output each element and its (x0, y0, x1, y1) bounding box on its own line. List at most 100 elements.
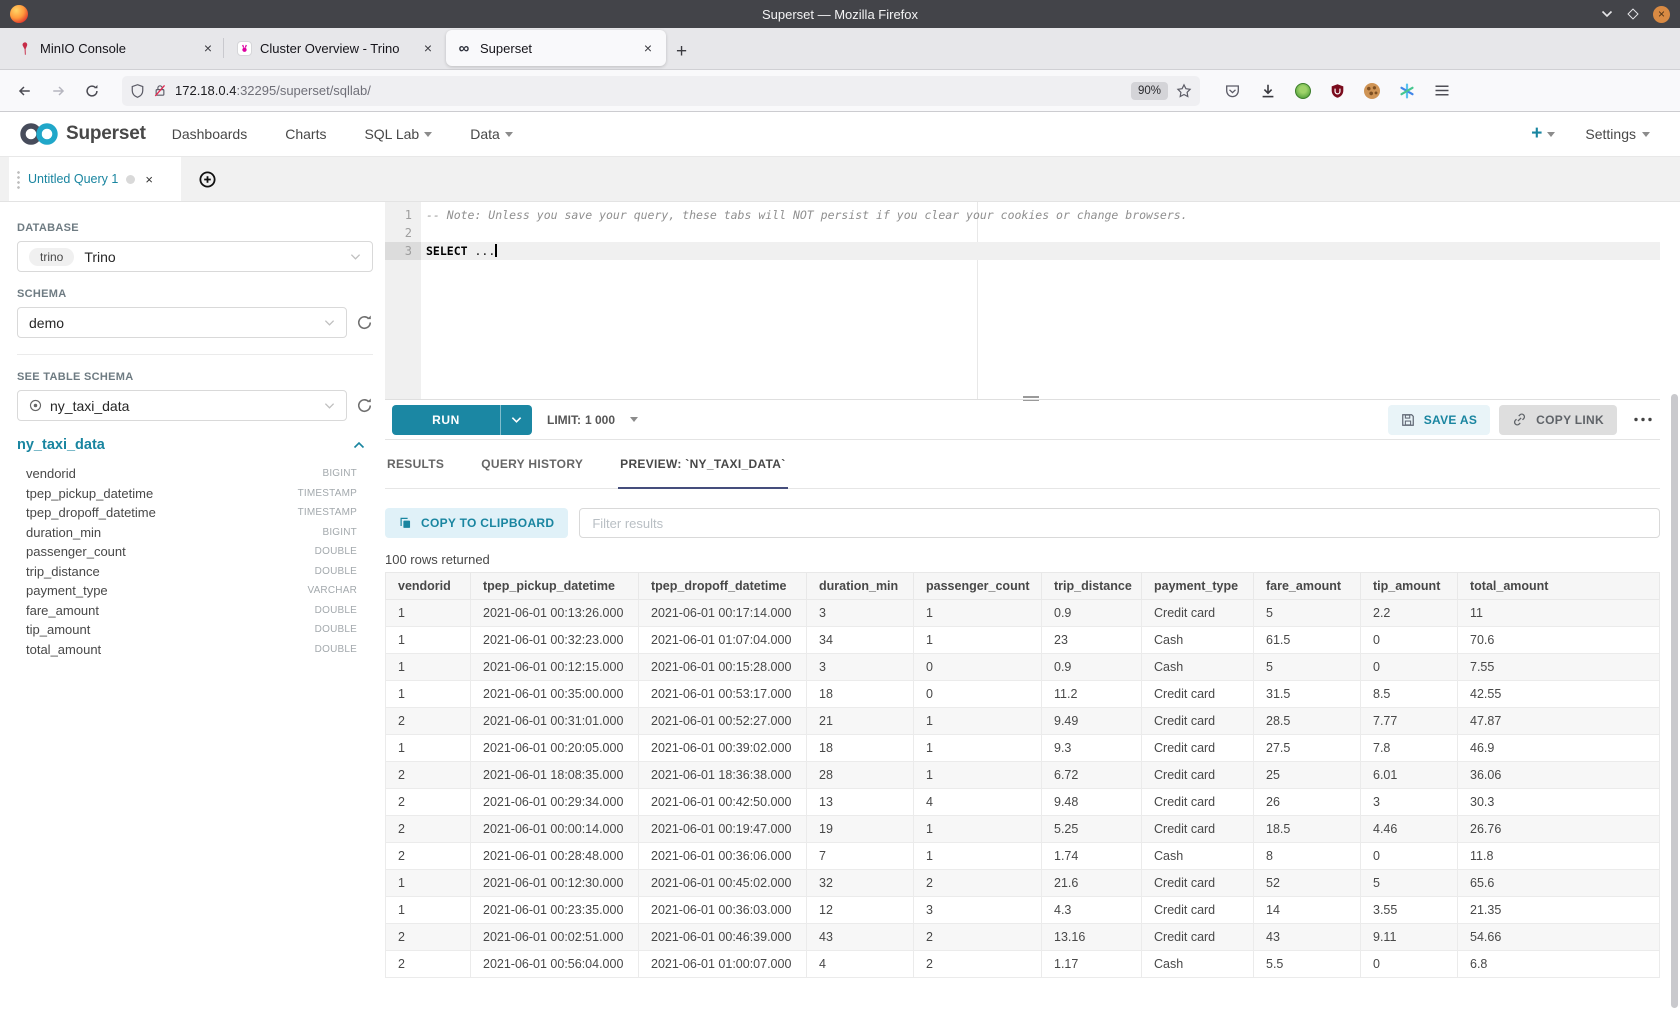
table-cell: 25 (1254, 762, 1361, 789)
zoom-level-badge[interactable]: 90% (1131, 82, 1168, 100)
window-shade-icon[interactable] (1601, 10, 1613, 18)
query-tab-untitled[interactable]: Untitled Query 1 × (9, 157, 181, 201)
new-query-tab-icon[interactable] (199, 171, 216, 188)
table-cell: 2 (914, 924, 1042, 951)
shield-icon[interactable] (130, 83, 145, 99)
table-cell: 1 (386, 870, 471, 897)
copy-icon (399, 516, 412, 530)
table-cell: 4.3 (1042, 897, 1142, 924)
bookmark-star-icon[interactable] (1176, 83, 1192, 99)
column-header[interactable]: tip_amount (1361, 573, 1458, 600)
column-name: trip_distance (26, 564, 100, 579)
nav-item-sql-lab[interactable]: SQL Lab (364, 126, 432, 142)
drag-handle-icon[interactable] (17, 170, 20, 189)
table-schema-select[interactable]: ny_taxi_data (17, 390, 347, 421)
column-name: vendorid (26, 466, 76, 481)
nav-item-dashboards[interactable]: Dashboards (172, 126, 248, 142)
refresh-schema-icon[interactable] (356, 314, 373, 331)
table-cell: 8 (1254, 843, 1361, 870)
table-name-heading[interactable]: ny_taxi_data (17, 437, 105, 453)
database-select[interactable]: trino Trino (17, 241, 373, 272)
run-options-chevron-icon[interactable] (501, 416, 532, 424)
column-type: DOUBLE (315, 644, 357, 655)
copy-link-button[interactable]: COPY LINK (1499, 405, 1617, 435)
table-cell: Cash (1142, 627, 1254, 654)
table-cell: Credit card (1142, 762, 1254, 789)
table-cell: 1 (914, 627, 1042, 654)
colorful-asterisk-extension-icon[interactable] (1399, 83, 1415, 99)
table-cell: 1.74 (1042, 843, 1142, 870)
column-item: fare_amountDOUBLE (26, 601, 357, 621)
privacy-extension-icon[interactable] (1295, 83, 1311, 99)
tab-close-icon[interactable]: × (200, 39, 216, 57)
add-new-button[interactable]: + (1531, 123, 1555, 145)
table-cell: 3 (807, 600, 914, 627)
back-icon[interactable] (10, 77, 38, 105)
table-row: 22021-06-01 00:31:01.0002021-06-01 00:52… (386, 708, 1660, 735)
table-cell: 2021-06-01 00:36:06.000 (639, 843, 807, 870)
superset-logo[interactable]: Superset (16, 120, 146, 148)
column-header[interactable]: tpep_dropoff_datetime (639, 573, 807, 600)
cookie-extension-icon[interactable] (1364, 83, 1380, 99)
tab-results[interactable]: RESULTS (385, 440, 446, 488)
limit-dropdown[interactable]: LIMIT: 1 000 (547, 413, 638, 427)
run-query-button[interactable]: RUN (392, 405, 532, 435)
table-cell: Credit card (1142, 924, 1254, 951)
tab-preview-ny-taxi-data[interactable]: PREVIEW: `NY_TAXI_DATA` (618, 440, 787, 488)
pocket-icon[interactable] (1224, 83, 1241, 99)
resize-handle-icon[interactable] (1023, 396, 1039, 401)
tab-query-history[interactable]: QUERY HISTORY (479, 440, 585, 488)
table-row: 12021-06-01 00:35:00.0002021-06-01 00:53… (386, 681, 1660, 708)
table-cell: 2021-06-01 00:00:14.000 (471, 816, 639, 843)
filter-results-input[interactable] (579, 508, 1660, 538)
column-header[interactable]: fare_amount (1254, 573, 1361, 600)
refresh-tables-icon[interactable] (356, 397, 373, 414)
settings-menu[interactable]: Settings (1585, 126, 1650, 142)
column-header[interactable]: trip_distance (1042, 573, 1142, 600)
hamburger-menu-icon[interactable] (1434, 84, 1450, 97)
new-tab-button[interactable]: + (666, 39, 697, 69)
column-header[interactable]: duration_min (807, 573, 914, 600)
column-name: tip_amount (26, 622, 90, 637)
column-header[interactable]: payment_type (1142, 573, 1254, 600)
nav-item-data[interactable]: Data (470, 126, 513, 142)
table-cell: 2.2 (1361, 600, 1458, 627)
schema-select[interactable]: demo (17, 307, 347, 338)
ublock-origin-icon[interactable] (1330, 83, 1345, 99)
browser-tab-trino[interactable]: Cluster Overview - Trino × (226, 30, 446, 66)
table-cell: 2 (386, 708, 471, 735)
copy-to-clipboard-button[interactable]: COPY TO CLIPBOARD (385, 508, 568, 538)
table-cell: Credit card (1142, 735, 1254, 762)
sql-editor[interactable]: 1 2 3 -- Note: Unless you save your quer… (385, 202, 1660, 400)
window-maximize-icon[interactable] (1627, 8, 1638, 19)
collapse-table-icon[interactable] (353, 441, 365, 449)
column-header[interactable]: vendorid (386, 573, 471, 600)
reload-icon[interactable] (78, 77, 106, 105)
tab-close-icon[interactable]: × (640, 39, 656, 57)
save-as-button[interactable]: SAVE AS (1388, 405, 1490, 435)
browser-tab-minio[interactable]: MinIO Console × (6, 30, 226, 66)
table-cell: 0 (1361, 951, 1458, 978)
close-icon[interactable]: × (145, 172, 153, 187)
window-close-icon[interactable]: × (1653, 6, 1670, 23)
more-options-icon[interactable] (1626, 417, 1660, 422)
table-cell: 6.8 (1458, 951, 1660, 978)
column-header[interactable]: total_amount (1458, 573, 1660, 600)
downloads-icon[interactable] (1260, 83, 1276, 99)
column-header[interactable]: passenger_count (914, 573, 1042, 600)
column-name: duration_min (26, 525, 101, 540)
forward-icon[interactable] (44, 77, 72, 105)
column-header[interactable]: tpep_pickup_datetime (471, 573, 639, 600)
table-cell: 2 (914, 951, 1042, 978)
vertical-scrollbar[interactable] (1671, 394, 1678, 1008)
browser-tab-superset[interactable]: ∞ Superset × (446, 30, 666, 66)
table-cell: 5.5 (1254, 951, 1361, 978)
table-cell: 2 (386, 843, 471, 870)
editor-code-area[interactable]: -- Note: Unless you save your query, the… (421, 202, 1660, 399)
query-tab-bar: Untitled Query 1 × (0, 157, 1680, 202)
tab-close-icon[interactable]: × (420, 39, 436, 57)
url-bar[interactable]: 172.18.0.4:32295/superset/sqllab/ 90% (122, 76, 1200, 106)
lock-slash-icon[interactable] (153, 83, 167, 98)
url-text[interactable]: 172.18.0.4:32295/superset/sqllab/ (175, 83, 1123, 98)
nav-item-charts[interactable]: Charts (285, 126, 326, 142)
